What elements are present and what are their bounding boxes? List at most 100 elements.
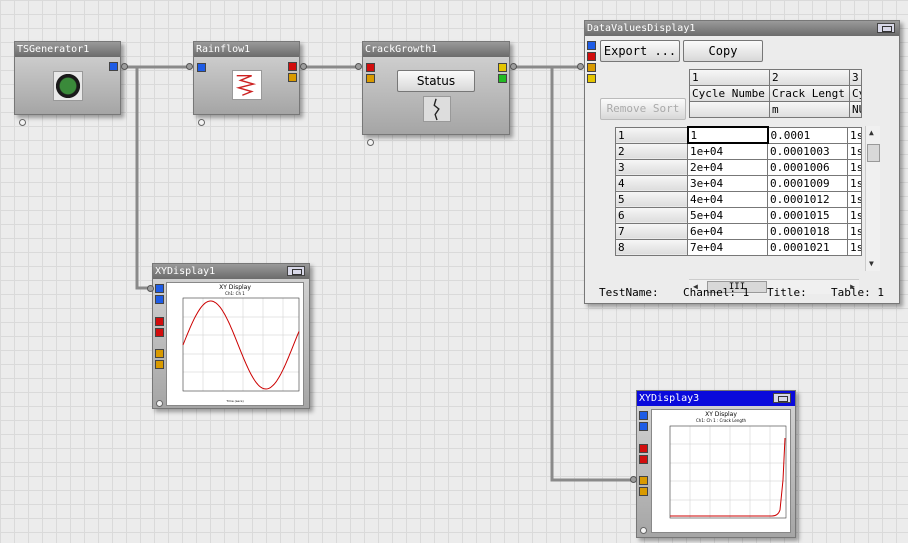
cycle-number-cell[interactable]: 2e+04 (687, 158, 768, 176)
crack-length-cell[interactable]: 0.0001015 (767, 206, 848, 224)
table-row[interactable]: 43e+040.00010091s (615, 174, 862, 192)
xydisplay1-title[interactable]: XYDisplay1 (153, 264, 309, 279)
cycle-cell[interactable]: 1s (847, 190, 862, 208)
row-index[interactable]: 4 (615, 174, 688, 192)
output-port-green[interactable] (498, 74, 507, 83)
crack-length-cell[interactable]: 0.0001003 (767, 142, 848, 160)
input-port-yellow[interactable] (587, 74, 596, 83)
config-knob[interactable] (19, 119, 26, 126)
cycle-cell[interactable]: 1s (847, 158, 862, 176)
datavalues-input-connector[interactable] (577, 63, 584, 70)
crack-length-cell[interactable]: 0.0001006 (767, 158, 848, 176)
copy-button[interactable]: Copy (683, 40, 763, 62)
row-index[interactable]: 5 (615, 190, 688, 208)
rainflow-input-connector[interactable] (186, 63, 193, 70)
input-port-red[interactable] (587, 52, 596, 61)
table-row[interactable]: 21e+040.00010031s (615, 142, 862, 160)
xydisplay3-input-connector[interactable] (630, 476, 637, 483)
tsgenerator-title[interactable]: TSGenerator1 (15, 42, 120, 57)
crackgrowth-title[interactable]: CrackGrowth1 (363, 42, 509, 57)
col-number[interactable]: 2 (769, 69, 850, 86)
input-port-blue[interactable] (639, 411, 648, 420)
table-row[interactable]: 65e+040.00010151s (615, 206, 862, 224)
vertical-scroll-thumb[interactable] (867, 144, 880, 162)
cycle-number-cell[interactable]: 4e+04 (687, 190, 768, 208)
cycle-number-cell[interactable]: 1e+04 (687, 142, 768, 160)
cycle-cell[interactable]: 1s (847, 142, 862, 160)
status-button[interactable]: Status (397, 70, 475, 92)
input-port-orange[interactable] (155, 349, 164, 358)
col-number[interactable]: 1 (689, 69, 770, 86)
table-row[interactable]: 76e+040.00010181s (615, 222, 862, 240)
crack-length-cell[interactable]: 0.0001 (767, 126, 848, 144)
row-index[interactable]: 1 (615, 126, 688, 144)
input-port-orange[interactable] (587, 63, 596, 72)
rainflow-title[interactable]: Rainflow1 (194, 42, 299, 57)
input-port-red[interactable] (366, 63, 375, 72)
xydisplay3-title[interactable]: XYDisplay3 (637, 391, 795, 406)
input-port-blue[interactable] (587, 41, 596, 50)
restore-window-icon[interactable] (773, 393, 791, 403)
input-port-red[interactable] (155, 317, 164, 326)
rainflow-output-connector[interactable] (300, 63, 307, 70)
output-port-orange[interactable] (288, 73, 297, 82)
remove-sort-button[interactable]: Remove Sort (600, 98, 686, 120)
row-index[interactable]: 6 (615, 206, 688, 224)
cycle-cell[interactable]: 1s (847, 206, 862, 224)
col-number[interactable]: 3 (849, 69, 862, 86)
datavalues-window[interactable]: DataValuesDisplay1 Export ... Copy Remov… (584, 20, 900, 304)
input-port-blue[interactable] (155, 295, 164, 304)
rainflow-glyph[interactable]: Rainflow1 (193, 41, 300, 126)
input-port-red[interactable] (639, 455, 648, 464)
col-name[interactable]: Crack Lengt (769, 85, 850, 102)
input-port-blue[interactable] (639, 422, 648, 431)
col-name[interactable]: Cycle Numbe (689, 85, 770, 102)
col-name[interactable]: Cy (849, 85, 862, 102)
ts-output-connector[interactable] (121, 63, 128, 70)
crack-length-cell[interactable]: 0.0001018 (767, 222, 848, 240)
crackgrowth-glyph[interactable]: CrackGrowth1 Status (362, 41, 510, 146)
row-index[interactable]: 3 (615, 158, 688, 176)
input-port-red[interactable] (155, 328, 164, 337)
datavalues-title[interactable]: DataValuesDisplay1 (585, 21, 899, 36)
xydisplay1-window[interactable]: XYDisplay1 XY Display Ch1: Ch 1 Time (se… (152, 263, 310, 409)
input-port-red[interactable] (639, 444, 648, 453)
input-port-orange[interactable] (639, 476, 648, 485)
restore-window-icon[interactable] (287, 266, 305, 276)
cycle-number-cell[interactable]: 7e+04 (687, 238, 768, 256)
config-knob[interactable] (198, 119, 205, 126)
export-button[interactable]: Export ... (600, 40, 680, 62)
config-knob[interactable] (640, 527, 647, 534)
config-knob[interactable] (156, 400, 163, 407)
scroll-up-icon[interactable]: ▲ (869, 128, 874, 138)
scroll-down-icon[interactable]: ▼ (869, 259, 874, 269)
output-port-red[interactable] (288, 62, 297, 71)
config-knob[interactable] (367, 139, 374, 146)
cycle-number-cell[interactable]: 6e+04 (687, 222, 768, 240)
crack-length-cell[interactable]: 0.0001012 (767, 190, 848, 208)
cycle-number-cell[interactable]: 5e+04 (687, 206, 768, 224)
tsgenerator-glyph[interactable]: TSGenerator1 (14, 41, 121, 126)
row-index[interactable]: 7 (615, 222, 688, 240)
cycle-cell[interactable]: 1s (847, 126, 862, 144)
cycle-number-cell[interactable]: 1 (686, 126, 769, 144)
xydisplay1-input-connector[interactable] (147, 285, 154, 292)
input-port[interactable] (197, 63, 206, 72)
cycle-cell[interactable]: 1s (847, 222, 862, 240)
cycle-cell[interactable]: 1s (847, 238, 862, 256)
input-port-orange[interactable] (155, 360, 164, 369)
cycle-number-cell[interactable]: 3e+04 (687, 174, 768, 192)
restore-window-icon[interactable] (877, 23, 895, 33)
table-row[interactable]: 110.00011s (615, 126, 862, 144)
cycle-cell[interactable]: 1s (847, 174, 862, 192)
input-port-orange[interactable] (639, 487, 648, 496)
crack-length-cell[interactable]: 0.0001009 (767, 174, 848, 192)
row-index[interactable]: 2 (615, 142, 688, 160)
input-port-orange[interactable] (366, 74, 375, 83)
table-row[interactable]: 54e+040.00010121s (615, 190, 862, 208)
row-index[interactable]: 8 (615, 238, 688, 256)
vertical-scrollbar[interactable]: ▲ ▼ (865, 126, 880, 271)
crackgrowth-output-connector[interactable] (510, 63, 517, 70)
xydisplay3-window[interactable]: XYDisplay3 XY Display Ch1: Ch 1 : Crack … (636, 390, 796, 538)
crackgrowth-input-connector[interactable] (355, 63, 362, 70)
